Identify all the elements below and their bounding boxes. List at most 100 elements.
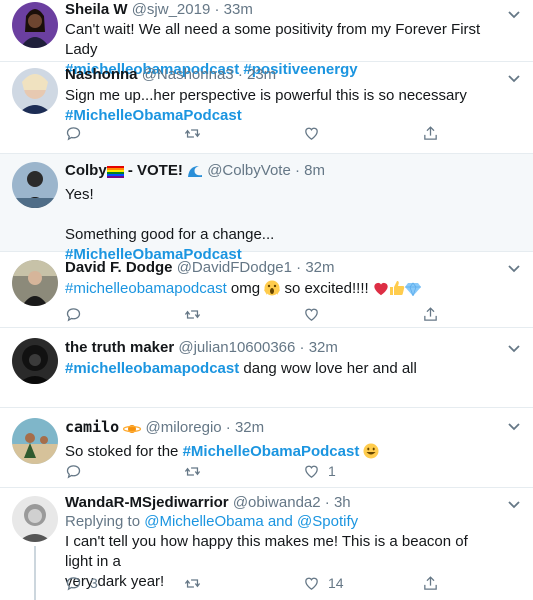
reply-button[interactable]: 3 xyxy=(65,574,98,592)
red-heart-icon xyxy=(373,281,389,302)
author-handle[interactable]: @obiwanda2 xyxy=(233,494,321,511)
author-handle[interactable]: @sjw_2019 xyxy=(132,1,211,18)
retweet-button[interactable] xyxy=(184,462,201,480)
reply-count: 3 xyxy=(90,575,98,591)
like-button[interactable] xyxy=(303,305,320,323)
reply-icon xyxy=(66,126,81,140)
tweet-feed: Sheila W @sjw_2019 · 33m Can't wait! We … xyxy=(0,0,533,600)
author-name[interactable]: Nashonna xyxy=(65,66,138,83)
hashtag[interactable]: #michelleobamapodcast xyxy=(65,280,227,297)
author-handle[interactable]: @Nashonna3 xyxy=(142,66,234,83)
heart-icon xyxy=(305,577,318,590)
timestamp[interactable]: 32m xyxy=(305,259,334,276)
retweet-button[interactable] xyxy=(184,305,201,323)
reply-icon xyxy=(66,307,81,321)
separator: · xyxy=(290,162,305,179)
avatar-colby[interactable] xyxy=(12,162,58,208)
tweet-david[interactable]: David F. Dodge @DavidFDodge1 · 32m #mich… xyxy=(0,252,533,328)
mention-link[interactable]: @Spotify xyxy=(297,513,358,530)
chevron-down-icon[interactable] xyxy=(507,500,521,510)
hashtag[interactable]: #michelleobamapodcast xyxy=(65,360,239,377)
like-button[interactable]: 14 xyxy=(303,574,344,592)
tweet-text: Sign me up...her perspective is powerful… xyxy=(65,87,467,104)
author-name[interactable]: Colby xyxy=(65,162,107,179)
author-name[interactable]: camilo xyxy=(65,418,119,436)
avatar-sheila[interactable] xyxy=(12,2,58,48)
share-icon xyxy=(424,306,437,321)
like-button[interactable]: 1 xyxy=(303,462,336,480)
retweet-button[interactable] xyxy=(184,574,201,592)
chevron-down-icon[interactable] xyxy=(507,344,521,354)
like-button[interactable] xyxy=(303,124,320,142)
timestamp[interactable]: 32m xyxy=(309,339,338,356)
separator: · xyxy=(320,494,334,511)
tweet-text: omg xyxy=(226,280,265,297)
avatar-camilo[interactable] xyxy=(12,418,58,464)
share-button[interactable] xyxy=(422,574,439,592)
tweet-text: Something good for a change... xyxy=(65,226,275,243)
timestamp[interactable]: 8m xyxy=(304,162,325,179)
reply-icon xyxy=(66,576,81,590)
chevron-down-icon[interactable] xyxy=(507,10,521,20)
mention-link[interactable]: @MichelleObama xyxy=(144,513,263,530)
heart-icon xyxy=(305,127,318,140)
retweet-icon xyxy=(184,128,201,138)
tweet-nashonna[interactable]: Nashonna @Nashonna3 · 23m Sign me up...h… xyxy=(0,62,533,154)
author-name[interactable]: David F. Dodge xyxy=(65,259,173,276)
chevron-down-icon[interactable] xyxy=(507,264,521,274)
separator: · xyxy=(291,259,306,276)
tweet-text: I can't tell you how happy this makes me… xyxy=(65,533,468,570)
separator: · xyxy=(221,419,235,436)
retweet-icon xyxy=(184,309,201,319)
hashtag[interactable]: #MichelleObamaPodcast xyxy=(183,443,360,460)
planet-icon xyxy=(123,422,142,440)
author-handle[interactable]: @miloregio xyxy=(146,419,222,436)
tweet-text: Can't wait! We all need a some positivit… xyxy=(65,21,481,58)
chevron-down-icon[interactable] xyxy=(507,422,521,432)
separator: · xyxy=(233,66,247,83)
tweet-camilo[interactable]: camilo @miloregio · 32m So stoked for th… xyxy=(0,408,533,488)
timestamp[interactable]: 33m xyxy=(224,1,253,18)
reply-prefix: Replying to xyxy=(65,513,145,530)
retweet-icon xyxy=(184,578,201,588)
thumbs-up-icon xyxy=(389,280,405,302)
author-name[interactable]: Sheila W xyxy=(65,1,128,18)
heart-icon xyxy=(305,308,318,321)
author-name[interactable]: WandaR-MSjediwarrior xyxy=(65,494,229,511)
separator: · xyxy=(210,1,224,18)
retweet-icon xyxy=(184,466,201,476)
share-button[interactable] xyxy=(422,124,439,142)
rainbow-flag-icon xyxy=(106,165,124,183)
avatar-nashonna[interactable] xyxy=(12,68,58,114)
screaming-face-icon xyxy=(264,280,281,302)
tweet-colby[interactable]: Colby - VOTE! @ColbyVote · 8m Yes! Somet… xyxy=(0,154,533,263)
share-icon xyxy=(424,125,437,140)
share-button[interactable] xyxy=(422,305,439,323)
author-handle[interactable]: @julian10600366 xyxy=(178,339,295,356)
hashtag[interactable]: #MichelleObamaPodcast xyxy=(65,107,242,124)
replying-to: Replying to @MichelleObama and @Spotify xyxy=(65,512,493,532)
separator: · xyxy=(295,339,309,356)
chevron-down-icon[interactable] xyxy=(507,74,521,84)
author-handle[interactable]: @DavidFDodge1 xyxy=(177,259,292,276)
avatar-david[interactable] xyxy=(12,260,58,306)
tweet-truth-maker[interactable]: the truth maker @julian10600366 · 32m #m… xyxy=(0,328,533,408)
gem-icon xyxy=(404,282,421,302)
tweet-sheila[interactable]: Sheila W @sjw_2019 · 33m Can't wait! We … xyxy=(0,0,533,78)
avatar-truth-maker[interactable] xyxy=(12,338,58,384)
reply-icon xyxy=(66,464,81,478)
tweet-wandar[interactable]: WandaR-MSjediwarrior @obiwanda2 · 3h Rep… xyxy=(0,488,533,600)
author-name[interactable]: the truth maker xyxy=(65,339,174,356)
retweet-button[interactable] xyxy=(184,124,201,142)
timestamp[interactable]: 23m xyxy=(247,66,276,83)
avatar-wandar[interactable] xyxy=(12,496,58,542)
author-name-suffix[interactable]: - VOTE! xyxy=(124,162,183,179)
thread-line xyxy=(34,546,36,600)
reply-button[interactable] xyxy=(65,305,82,323)
reply-button[interactable] xyxy=(65,124,82,142)
timestamp[interactable]: 3h xyxy=(334,494,351,511)
author-handle[interactable]: @ColbyVote xyxy=(207,162,291,179)
reply-button[interactable] xyxy=(65,462,82,480)
timestamp[interactable]: 32m xyxy=(235,419,264,436)
like-count: 1 xyxy=(328,463,336,479)
